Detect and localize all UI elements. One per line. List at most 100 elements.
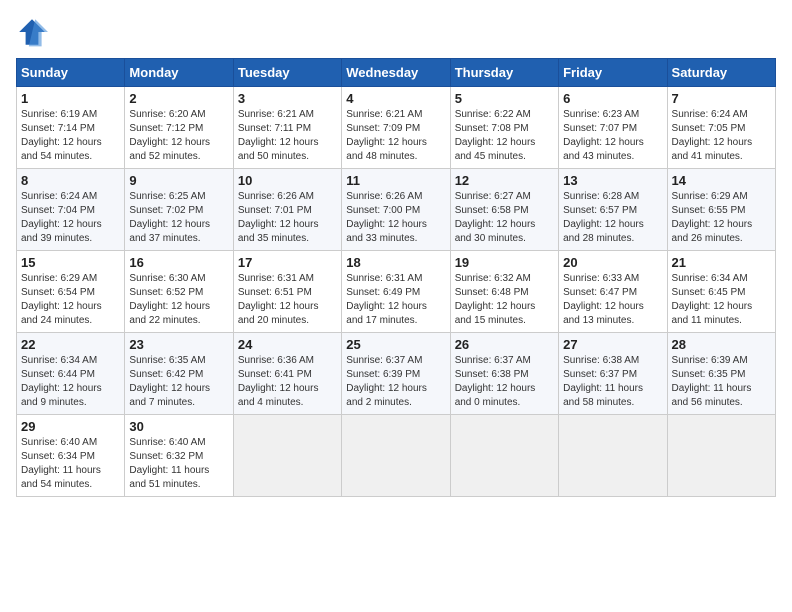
day-number: 24 [238,337,337,352]
day-number: 8 [21,173,120,188]
day-number: 21 [672,255,771,270]
table-row: 16Sunrise: 6:30 AMSunset: 6:52 PMDayligh… [125,251,233,333]
table-row: 27 Sunrise: 6:38 AMSunset: 6:37 PMDayligh… [559,333,667,415]
day-number: 10 [238,173,337,188]
day-detail: Sunrise: 6:30 AMSunset: 6:52 PMDaylight:… [129,273,210,326]
weekday-header-friday: Friday [559,59,667,87]
day-number: 30 [129,419,228,434]
table-row: 5 Sunrise: 6:22 AMSunset: 7:08 PMDaylight… [450,87,558,169]
table-row: 25Sunrise: 6:37 AMSunset: 6:39 PMDayligh… [342,333,450,415]
table-row: 28 Sunrise: 6:39 AMSunset: 6:35 PMDayligh… [667,333,775,415]
day-number: 26 [455,337,554,352]
calendar-table: SundayMondayTuesdayWednesdayThursdayFrid… [16,58,776,497]
day-detail: Sunrise: 6:37 AMSunset: 6:38 PMDaylight:… [455,355,536,408]
day-detail: Sunrise: 6:26 AMSunset: 7:00 PMDaylight:… [346,191,427,244]
day-detail: Sunrise: 6:38 AMSunset: 6:37 PMDaylight:… [563,355,643,408]
day-number: 28 [672,337,771,352]
calendar-row-5: 29 Sunrise: 6:40 AMSunset: 6:34 PMDayligh… [17,415,776,497]
day-number: 14 [672,173,771,188]
table-row [667,415,775,497]
table-row: 14 Sunrise: 6:29 AMSunset: 6:55 PMDayligh… [667,169,775,251]
day-number: 17 [238,255,337,270]
table-row: 23 Sunrise: 6:35 AMSunset: 6:42 PMDayligh… [125,333,233,415]
day-number: 9 [129,173,228,188]
day-number: 4 [346,91,445,106]
table-row: 7Sunrise: 6:24 AMSunset: 7:05 PMDaylight… [667,87,775,169]
table-row [559,415,667,497]
table-row: 11 Sunrise: 6:26 AMSunset: 7:00 PMDayligh… [342,169,450,251]
table-row: 15 Sunrise: 6:29 AMSunset: 6:54 PMDayligh… [17,251,125,333]
day-number: 11 [346,173,445,188]
calendar-row-4: 22 Sunrise: 6:34 AMSunset: 6:44 PMDayligh… [17,333,776,415]
day-number: 7 [672,91,771,106]
table-row [233,415,341,497]
weekday-header-thursday: Thursday [450,59,558,87]
day-detail: Sunrise: 6:26 AMSunset: 7:01 PMDaylight:… [238,191,319,244]
day-detail: Sunrise: 6:40 AMSunset: 6:34 PMDaylight:… [21,437,101,490]
weekday-header-row: SundayMondayTuesdayWednesdayThursdayFrid… [17,59,776,87]
table-row: 2 Sunrise: 6:20 AMSunset: 7:12 PMDaylight… [125,87,233,169]
table-row: 30 Sunrise: 6:40 AMSunset: 6:32 PMDayligh… [125,415,233,497]
day-number: 19 [455,255,554,270]
calendar-row-3: 15 Sunrise: 6:29 AMSunset: 6:54 PMDayligh… [17,251,776,333]
day-detail: Sunrise: 6:21 AMSunset: 7:11 PMDaylight:… [238,109,319,162]
day-detail: Sunrise: 6:36 AMSunset: 6:41 PMDaylight:… [238,355,319,408]
table-row [342,415,450,497]
table-row: 20 Sunrise: 6:33 AMSunset: 6:47 PMDayligh… [559,251,667,333]
day-detail: Sunrise: 6:32 AMSunset: 6:48 PMDaylight:… [455,273,536,326]
day-detail: Sunrise: 6:31 AMSunset: 6:49 PMDaylight:… [346,273,427,326]
day-number: 5 [455,91,554,106]
page-header [16,16,776,48]
logo-icon [16,16,48,48]
day-number: 22 [21,337,120,352]
day-detail: Sunrise: 6:35 AMSunset: 6:42 PMDaylight:… [129,355,210,408]
day-detail: Sunrise: 6:28 AMSunset: 6:57 PMDaylight:… [563,191,644,244]
day-detail: Sunrise: 6:29 AMSunset: 6:54 PMDaylight:… [21,273,102,326]
day-number: 20 [563,255,662,270]
day-number: 12 [455,173,554,188]
weekday-header-wednesday: Wednesday [342,59,450,87]
day-detail: Sunrise: 6:20 AMSunset: 7:12 PMDaylight:… [129,109,210,162]
weekday-header-saturday: Saturday [667,59,775,87]
day-detail: Sunrise: 6:40 AMSunset: 6:32 PMDaylight:… [129,437,209,490]
table-row: 8 Sunrise: 6:24 AMSunset: 7:04 PMDaylight… [17,169,125,251]
table-row: 26 Sunrise: 6:37 AMSunset: 6:38 PMDayligh… [450,333,558,415]
table-row: 19 Sunrise: 6:32 AMSunset: 6:48 PMDayligh… [450,251,558,333]
day-number: 15 [21,255,120,270]
day-detail: Sunrise: 6:27 AMSunset: 6:58 PMDaylight:… [455,191,536,244]
day-number: 1 [21,91,120,106]
table-row: 1 Sunrise: 6:19 AMSunset: 7:14 PMDaylight… [17,87,125,169]
day-number: 18 [346,255,445,270]
table-row: 18 Sunrise: 6:31 AMSunset: 6:49 PMDayligh… [342,251,450,333]
day-detail: Sunrise: 6:22 AMSunset: 7:08 PMDaylight:… [455,109,536,162]
day-detail: Sunrise: 6:33 AMSunset: 6:47 PMDaylight:… [563,273,644,326]
day-detail: Sunrise: 6:19 AMSunset: 7:14 PMDaylight:… [21,109,102,162]
day-detail: Sunrise: 6:37 AMSunset: 6:39 PMDaylight:… [346,355,427,408]
day-number: 27 [563,337,662,352]
table-row: 9Sunrise: 6:25 AMSunset: 7:02 PMDaylight… [125,169,233,251]
table-row: 12 Sunrise: 6:27 AMSunset: 6:58 PMDayligh… [450,169,558,251]
table-row: 24 Sunrise: 6:36 AMSunset: 6:41 PMDayligh… [233,333,341,415]
logo [16,16,52,48]
day-detail: Sunrise: 6:39 AMSunset: 6:35 PMDaylight:… [672,355,752,408]
table-row: 21 Sunrise: 6:34 AMSunset: 6:45 PMDayligh… [667,251,775,333]
day-number: 2 [129,91,228,106]
day-detail: Sunrise: 6:29 AMSunset: 6:55 PMDaylight:… [672,191,753,244]
day-detail: Sunrise: 6:21 AMSunset: 7:09 PMDaylight:… [346,109,427,162]
table-row: 22 Sunrise: 6:34 AMSunset: 6:44 PMDayligh… [17,333,125,415]
weekday-header-tuesday: Tuesday [233,59,341,87]
day-number: 6 [563,91,662,106]
day-number: 3 [238,91,337,106]
day-detail: Sunrise: 6:34 AMSunset: 6:44 PMDaylight:… [21,355,102,408]
day-number: 23 [129,337,228,352]
table-row: 17Sunrise: 6:31 AMSunset: 6:51 PMDayligh… [233,251,341,333]
calendar-row-2: 8 Sunrise: 6:24 AMSunset: 7:04 PMDaylight… [17,169,776,251]
day-detail: Sunrise: 6:24 AMSunset: 7:04 PMDaylight:… [21,191,102,244]
day-number: 29 [21,419,120,434]
table-row: 10 Sunrise: 6:26 AMSunset: 7:01 PMDayligh… [233,169,341,251]
day-detail: Sunrise: 6:23 AMSunset: 7:07 PMDaylight:… [563,109,644,162]
day-detail: Sunrise: 6:34 AMSunset: 6:45 PMDaylight:… [672,273,753,326]
weekday-header-sunday: Sunday [17,59,125,87]
day-number: 13 [563,173,662,188]
weekday-header-monday: Monday [125,59,233,87]
